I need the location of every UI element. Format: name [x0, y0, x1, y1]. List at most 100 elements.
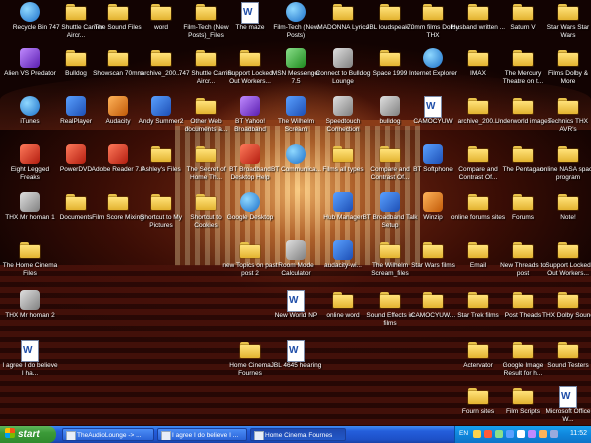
powerdvd-icon [65, 144, 87, 164]
tray-app-icon[interactable] [495, 430, 503, 438]
taskbar: start TheAudioLounge -> ... I agree I do… [0, 426, 591, 443]
desktop-icon-label: Films Dolby & More [547, 70, 589, 85]
desktop[interactable]: Recycle Bin 747 Shuttle Carrier Aircr... T… [0, 0, 591, 426]
desktop-icon[interactable]: online NASA space program [540, 144, 591, 181]
folder-icon [65, 192, 87, 212]
folder-icon [467, 2, 489, 22]
folder-icon [332, 144, 354, 164]
desktop-icon-label: Microsoft Office W... [545, 408, 591, 423]
folder-icon [379, 48, 401, 68]
media-icon [19, 290, 41, 310]
folder-icon [557, 192, 579, 212]
folder-icon [107, 48, 129, 68]
start-label: start [18, 429, 40, 440]
tray-app-icon[interactable] [528, 430, 536, 438]
folder-icon [467, 290, 489, 310]
folder-icon [379, 240, 401, 260]
folder-icon [422, 2, 444, 22]
folder-icon [19, 240, 41, 260]
folder-icon [195, 144, 217, 164]
desktop-icon[interactable]: Google Desktop [222, 192, 278, 222]
folder-icon [65, 2, 87, 22]
recycle-bin-icon [19, 2, 41, 22]
folder-icon [467, 192, 489, 212]
folder-icon [512, 2, 534, 22]
taskbar-button-home-cinema-fournes[interactable]: Home Cinema Fournes [250, 428, 346, 441]
taskbar-button-agree-document[interactable]: I agree I do believe I ... [157, 428, 247, 441]
audacity-icon [332, 240, 354, 260]
folder-icon [512, 192, 534, 212]
folder-icon [422, 290, 444, 310]
desktop-icon[interactable]: The Home Cinema Files [2, 240, 58, 277]
word-document-icon [285, 290, 307, 312]
bt-yahoo-icon [239, 96, 261, 116]
taskbar-button-label: I agree I do believe I ... [172, 432, 239, 439]
word-document-icon [285, 340, 307, 362]
application-icon [19, 48, 41, 68]
tray-app-icon[interactable] [484, 430, 492, 438]
taskbar-button-label: Home Cinema Fournes [265, 432, 333, 439]
folder-icon [422, 240, 444, 260]
folder-icon [379, 290, 401, 310]
word-document-icon [19, 340, 41, 362]
folder-icon [512, 144, 534, 164]
desktop-icon[interactable]: Note! [540, 192, 591, 222]
desktop-icon[interactable]: Support Locked Out Workers... [540, 240, 591, 277]
start-button[interactable]: start [0, 426, 56, 443]
phone-icon [379, 192, 401, 212]
language-indicator[interactable]: EN [459, 430, 468, 437]
folder-icon [512, 290, 534, 310]
folder-icon [195, 48, 217, 68]
network-connection-icon [379, 96, 401, 116]
tray-app-icon[interactable] [517, 430, 525, 438]
network-connection-icon [332, 96, 354, 116]
word-document-icon [422, 96, 444, 118]
folder-icon [332, 290, 354, 310]
clock[interactable]: 11:52 [570, 430, 587, 437]
desktop-icon[interactable]: THX Mr homan 2 [2, 290, 58, 320]
windows-flag-icon [5, 428, 15, 438]
folder-icon [467, 144, 489, 164]
desktop-icon[interactable]: THX Dolby Sound [540, 290, 591, 320]
media-icon [285, 96, 307, 116]
folder-icon [239, 48, 261, 68]
desktop-icon-label: The Home Cinema Files [2, 262, 58, 277]
folder-icon [512, 340, 534, 360]
folder-icon [239, 340, 261, 360]
folder-icon [239, 240, 261, 260]
desktop-icon[interactable]: Films Dolby & More [540, 48, 591, 85]
desktop-icon-label: Technics THX AVR's [548, 118, 588, 133]
tray-volume-icon[interactable] [539, 430, 547, 438]
folder-icon [557, 340, 579, 360]
folder-icon [467, 240, 489, 260]
desktop-icon[interactable]: Technics THX AVR's [540, 96, 591, 133]
desktop-icon-label: online NASA space program [540, 166, 591, 181]
folder-icon [467, 340, 489, 360]
tray-network-icon[interactable] [550, 430, 558, 438]
system-tray: EN 11:52 [454, 426, 591, 443]
word-document-icon [161, 431, 171, 440]
folder-icon [332, 2, 354, 22]
tray-app-icon[interactable] [473, 430, 481, 438]
folder-icon [512, 386, 534, 406]
desktop-icon[interactable]: I agree I do believe I ha... [2, 340, 58, 377]
tray-app-icon[interactable] [506, 430, 514, 438]
desktop-icon-label: I agree I do believe I ha... [2, 362, 58, 377]
calculator-icon [285, 240, 307, 260]
internet-explorer-icon [422, 48, 444, 68]
desktop-icon[interactable]: Star Wars Star Wars [540, 2, 591, 39]
desktop-icon-label: Note! [560, 214, 576, 221]
folder-icon [254, 431, 264, 440]
bt-communicator-icon [285, 144, 307, 164]
folder-icon [467, 48, 489, 68]
desktop-icon[interactable]: Sound Testers [540, 340, 591, 370]
itunes-icon [19, 96, 41, 116]
folder-icon [557, 96, 579, 116]
browser-icon [66, 431, 76, 440]
desktop-icon[interactable]: JBL 4645 hearing [268, 340, 324, 370]
taskbar-button-audiolounge[interactable]: TheAudioLounge -> ... [62, 428, 154, 441]
word-document-icon [239, 2, 261, 24]
folder-icon [150, 48, 172, 68]
folder-icon [195, 192, 217, 212]
desktop-icon[interactable]: Microsoft Office W... [540, 386, 591, 423]
